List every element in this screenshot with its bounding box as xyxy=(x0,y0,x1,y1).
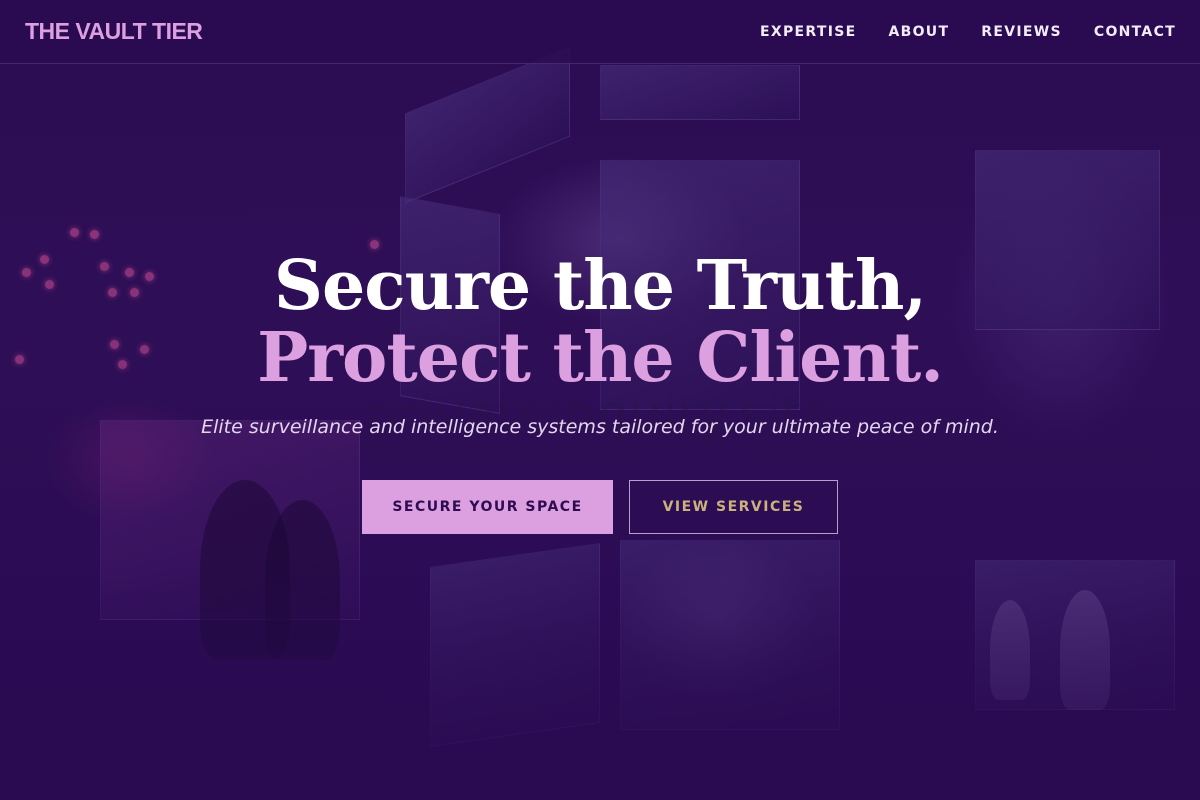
headline-line-1: Secure the Truth, xyxy=(273,246,927,326)
nav-link-about[interactable]: ABOUT xyxy=(888,24,949,40)
headline-line-2: Protect the Client. xyxy=(257,318,944,398)
secure-your-space-button[interactable]: SECURE YOUR SPACE xyxy=(362,480,613,534)
nav-links: EXPERTISE ABOUT REVIEWS CONTACT xyxy=(760,24,1176,40)
nav-link-expertise[interactable]: EXPERTISE xyxy=(760,24,856,40)
cta-row: SECURE YOUR SPACE VIEW SERVICES xyxy=(0,480,1200,534)
navbar: THE VAULT TIER EXPERTISE ABOUT REVIEWS C… xyxy=(0,0,1200,64)
nav-link-reviews[interactable]: REVIEWS xyxy=(981,24,1062,40)
nav-link-contact[interactable]: CONTACT xyxy=(1094,24,1176,40)
brand-logo[interactable]: THE VAULT TIER xyxy=(25,18,203,45)
hero: Secure the Truth, Protect the Client. El… xyxy=(0,250,1200,534)
hero-subtitle: Elite surveillance and intelligence syst… xyxy=(201,416,999,438)
view-services-button[interactable]: VIEW SERVICES xyxy=(629,480,838,534)
hero-headline: Secure the Truth, Protect the Client. xyxy=(0,250,1200,394)
